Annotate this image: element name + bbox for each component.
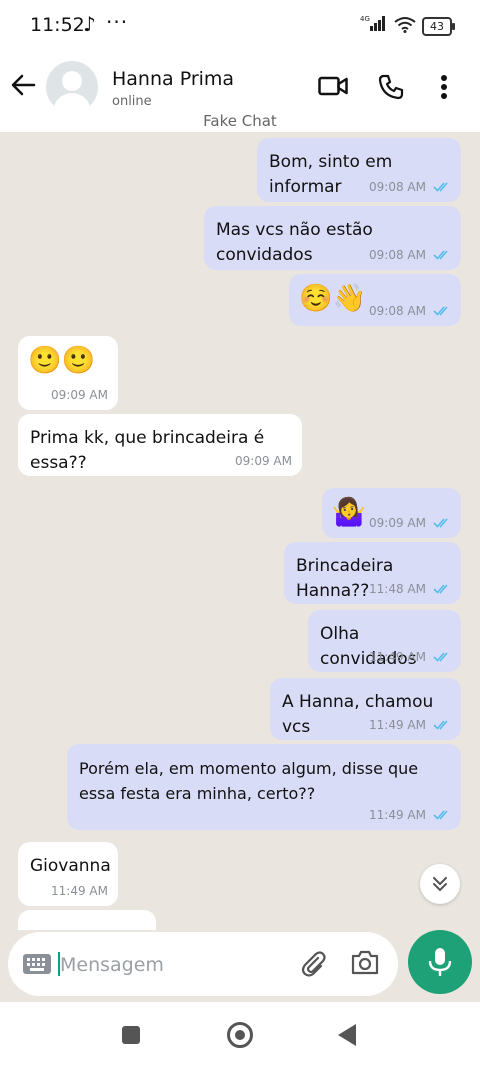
scroll-down-button[interactable] [420,864,460,904]
back-arrow-icon[interactable] [10,72,36,98]
message-meta: 09:09 AM [369,516,451,530]
cellular-signal-icon: 4G [360,15,385,31]
wifi-icon [394,17,416,33]
message-meta: 09:08 AM [369,304,451,318]
video-call-icon[interactable] [318,76,348,96]
text-cursor [58,952,60,976]
camera-icon[interactable] [350,949,380,975]
message-bubble-outgoing[interactable]: 🤷‍♀️ 09:09 AM [322,488,461,538]
phone-icon[interactable] [378,74,404,100]
keyboard-icon[interactable] [22,953,52,975]
fake-chat-label: Fake Chat [203,112,277,130]
message-meta: 11:49 AM [51,884,108,898]
double-check-icon [433,518,448,528]
double-check-icon [433,182,448,192]
message-time: 11:49 AM [369,808,426,822]
message-text: Giovanna [30,856,111,876]
message-meta: 09:08 AM [369,180,451,194]
mic-icon [428,948,452,976]
status-time: 11:52 [30,14,85,36]
attach-icon[interactable] [298,948,328,978]
battery-indicator: 43 [422,17,455,36]
avatar-head [62,71,82,91]
message-time: 11:49 AM [369,718,426,732]
message-text: Porém ela, em momento algum, disse que e… [79,759,419,803]
message-bubble-outgoing[interactable]: Mas vcs não estão convidados 09:08 AM [204,206,461,270]
message-bubble-incoming[interactable]: 🙂🙂 09:09 AM [18,336,118,410]
avatar[interactable] [46,61,98,113]
double-check-icon [433,306,448,316]
message-meta: 11:49 AM [369,650,451,664]
message-time: 11:49 AM [369,650,426,664]
double-check-icon [433,652,448,662]
message-time: 09:09 AM [369,516,426,530]
message-time: 09:08 AM [369,180,426,194]
message-time: 09:08 AM [369,304,426,318]
message-text: A Hanna, chamou vcs [282,692,434,737]
message-bubble-outgoing[interactable]: Olha convidados 11:49 AM [308,610,461,672]
double-check-icon [433,250,448,260]
system-nav-bar [0,1004,480,1066]
chevron-double-down-icon [433,877,447,891]
message-bubble-incoming[interactable]: Prima kk, que brincadeira é essa?? 09:09… [18,414,302,476]
double-check-icon [433,810,448,820]
message-time: 09:08 AM [369,248,426,262]
message-meta: 09:09 AM [235,454,292,468]
message-composer[interactable] [8,932,398,996]
message-bubble-outgoing[interactable]: Bom, sinto em informar 09:08 AM [257,138,461,202]
network-type: 4G [360,15,370,23]
message-bubble-incoming[interactable]: Giovanna 11:49 AM [18,842,118,906]
message-time: 09:09 AM [51,388,108,402]
double-check-icon [433,720,448,730]
more-vert-icon[interactable] [440,74,448,100]
message-bubble-outgoing[interactable]: Porém ela, em momento algum, disse que e… [67,744,461,830]
message-meta: 11:49 AM [369,718,451,732]
message-input[interactable] [58,948,282,982]
message-bubble-outgoing[interactable]: ☺️👋 09:08 AM [289,274,461,326]
chat-area[interactable]: Bom, sinto em informar 09:08 AM Mas vcs … [0,132,480,930]
message-text: Brincadeira Hanna?? [296,556,394,601]
mic-button[interactable] [408,930,472,994]
message-meta: 09:09 AM [51,388,108,402]
contact-name[interactable]: Hanna Prima [112,68,234,90]
message-bubble-incoming[interactable] [18,910,156,930]
message-time: 09:09 AM [235,454,292,468]
message-text: Prima kk, que brincadeira é essa?? [30,428,265,473]
avatar-body [53,93,91,113]
tiktok-icon: ♪ [83,12,96,36]
contact-status: online [112,94,152,109]
home-icon[interactable] [227,1022,253,1048]
message-meta: 09:08 AM [369,248,451,262]
more-notifications-icon: ··· [106,10,129,34]
status-bar: 11:52 ♪ ··· 4G 43 [0,0,480,52]
message-meta: 11:49 AM [369,808,451,822]
double-check-icon [433,584,448,594]
message-bubble-outgoing[interactable]: Brincadeira Hanna?? 11:48 AM [284,542,461,604]
message-emoji: 🤷‍♀️ [332,497,366,528]
message-emoji: 🙂🙂 [28,345,96,376]
message-meta: 11:48 AM [369,582,451,596]
message-time: 11:48 AM [369,582,426,596]
recents-icon[interactable] [122,1026,140,1044]
message-time: 11:49 AM [51,884,108,898]
message-emoji: ☺️👋 [299,283,367,314]
message-text: Olha convidados [320,624,417,669]
message-bubble-outgoing[interactable]: A Hanna, chamou vcs 11:49 AM [270,678,461,740]
nav-back-icon[interactable] [338,1024,356,1046]
